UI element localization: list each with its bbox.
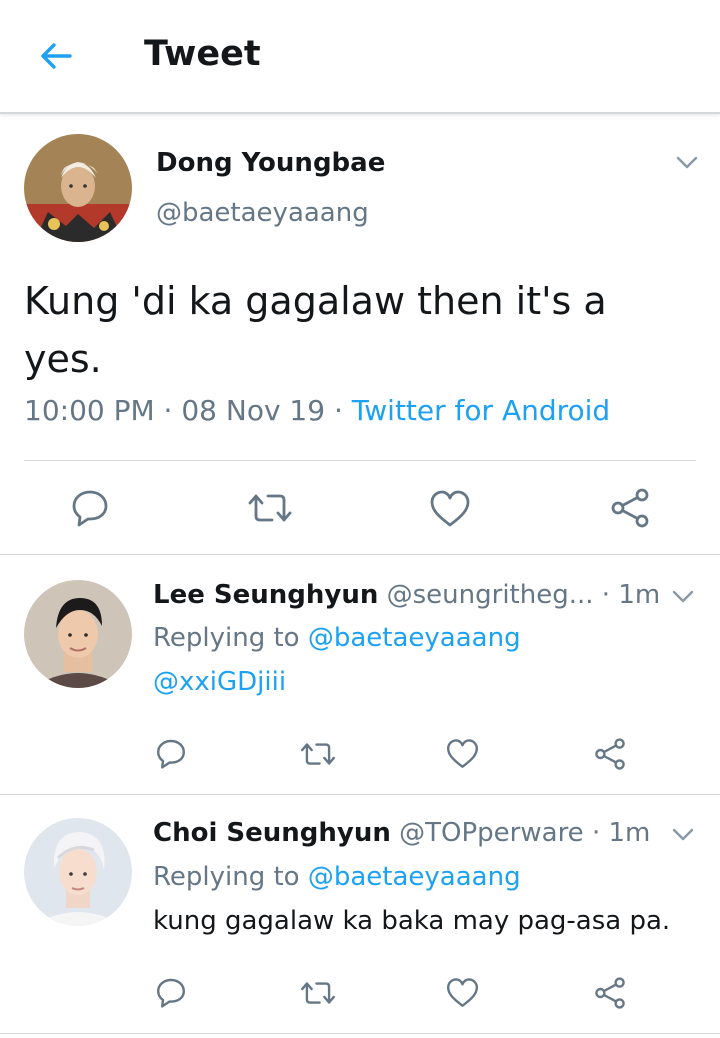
divider (0, 1033, 720, 1034)
top-bar: Tweet (0, 0, 720, 114)
like-icon[interactable] (445, 977, 480, 1009)
reply-icon[interactable] (155, 737, 187, 769)
reply-author-name[interactable]: Lee Seunghyun (153, 580, 378, 610)
divider (24, 460, 696, 461)
meta-separator: · (333, 394, 343, 427)
author-name[interactable]: Dong Youngbae (156, 148, 385, 178)
retweet-icon[interactable] (299, 738, 337, 770)
like-icon[interactable] (445, 738, 480, 770)
meta-separator: · (591, 818, 601, 848)
meta-separator: · (163, 394, 173, 427)
like-icon[interactable] (428, 489, 472, 529)
reply-author-handle[interactable]: @TOPperware (399, 818, 584, 848)
tweet-meta: 10:00 PM · 08 Nov 19 · Twitter for Andro… (24, 394, 610, 427)
meta-separator: · (601, 580, 611, 610)
replying-to-link[interactable]: @baetaeyaaang (308, 623, 521, 653)
replying-label: Replying to (153, 623, 300, 653)
reply-header: Choi Seunghyun @TOPperware · 1m (153, 818, 650, 848)
replying-to-line: Replying to @baetaeyaaang (153, 862, 521, 892)
reply-header: Lee Seunghyun @seungritheg... · 1m (153, 580, 660, 610)
tweet-text: Kung 'di ka gagalaw then it's a yes. (24, 279, 607, 381)
reply-author-handle[interactable]: @seungritheg... (387, 580, 594, 610)
arrow-left-icon[interactable] (36, 36, 76, 76)
retweet-icon[interactable] (246, 488, 294, 528)
reply-icon[interactable] (155, 976, 187, 1008)
tweet-date: 08 Nov 19 (181, 394, 326, 427)
avatar[interactable] (24, 818, 132, 926)
reply-time: 1m (608, 818, 651, 848)
share-icon[interactable] (594, 977, 626, 1009)
divider (0, 554, 720, 555)
chevron-down-icon[interactable] (672, 590, 694, 604)
reply-text[interactable]: @xxiGDjiii (153, 667, 286, 697)
chevron-down-icon[interactable] (672, 828, 694, 842)
reply-text: kung gagalaw ka baka may pag-asa pa. (153, 906, 671, 936)
retweet-icon[interactable] (299, 977, 337, 1009)
page-title: Tweet (144, 34, 261, 74)
reply-time: 1m (618, 580, 661, 610)
avatar[interactable] (24, 134, 132, 242)
reply-icon[interactable] (70, 487, 110, 527)
divider (0, 794, 720, 795)
author-handle[interactable]: @baetaeyaaang (156, 198, 369, 228)
share-icon[interactable] (594, 738, 626, 770)
replying-label: Replying to (153, 862, 300, 892)
avatar[interactable] (24, 580, 132, 688)
chevron-down-icon[interactable] (676, 156, 698, 170)
replying-to-line: Replying to @baetaeyaaang (153, 623, 521, 653)
reply-author-name[interactable]: Choi Seunghyun (153, 818, 391, 848)
share-icon[interactable] (610, 488, 650, 528)
tweet-source-link[interactable]: Twitter for Android (352, 394, 610, 427)
tweet-time: 10:00 PM (24, 394, 155, 427)
replying-to-link[interactable]: @baetaeyaaang (308, 862, 521, 892)
